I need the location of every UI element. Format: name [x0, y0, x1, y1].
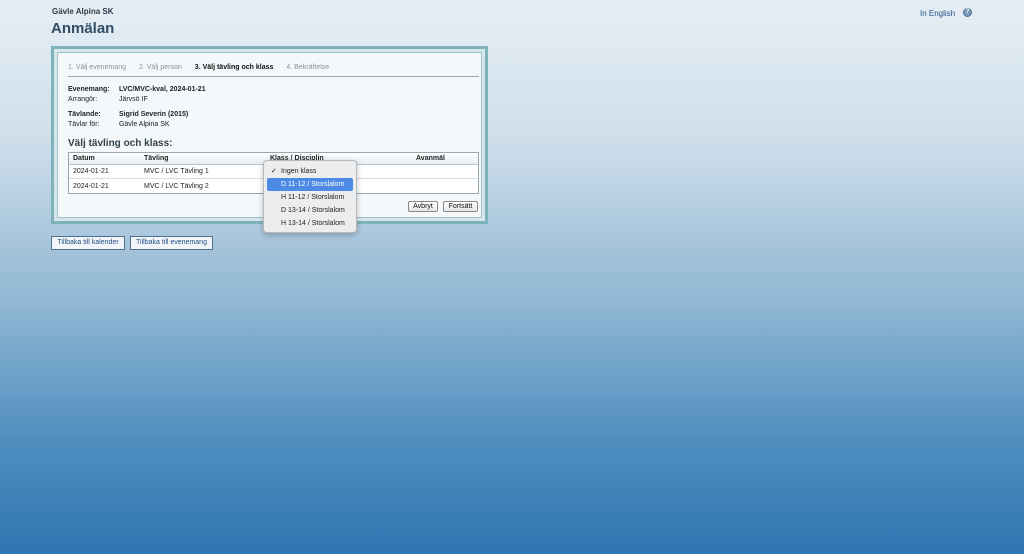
- club-name: Gävle Alpina SK: [52, 7, 114, 16]
- row-date: 2024-01-21: [73, 168, 109, 175]
- col-date: Datum: [73, 155, 95, 162]
- row-date: 2024-01-21: [73, 182, 109, 190]
- col-unregister: Avanmäl: [416, 155, 445, 162]
- class-dropdown-menu: ✓ Ingen klass D 11-12 / Storslalom H 11-…: [263, 160, 357, 233]
- option-label: D 13-14 / Storslalom: [281, 207, 345, 214]
- competes-for-value: Gävle Alpina SK: [118, 121, 170, 128]
- option-label: D 11-12 / Storslalom: [281, 181, 345, 188]
- option-label: H 11-12 / Storslalom: [281, 194, 345, 201]
- competes-for-label: Tävlar för:: [68, 121, 100, 128]
- event-label: Evenemang:: [68, 86, 110, 93]
- option-label: H 13-14 / Storslalom: [281, 220, 345, 227]
- back-to-calendar-button[interactable]: Tillbaka till kalender: [51, 236, 125, 250]
- event-info: Evenemang: LVC/MVC-kval, 2024-01-21: [68, 86, 206, 93]
- dropdown-option-no-class[interactable]: ✓ Ingen klass: [267, 165, 353, 178]
- organizer-label: Arrangör:: [68, 96, 98, 103]
- step-2: 2. Välj person: [138, 64, 182, 71]
- cancel-button[interactable]: Avbryt: [408, 201, 438, 212]
- competitor-value: Sigrid Severin (2015): [118, 111, 189, 118]
- dropdown-option[interactable]: H 13-14 / Storslalom: [267, 217, 353, 230]
- competitor-info: Tävlande: Sigrid Severin (2015): [68, 111, 188, 118]
- step-1: 1. Välj evenemang: [68, 64, 126, 71]
- language-link[interactable]: In English: [920, 9, 955, 18]
- step-3-active: 3. Välj tävling och klass: [194, 64, 274, 71]
- section-title: Välj tävling och klass:: [68, 138, 173, 149]
- row-competition: MVC / LVC Tävling 1: [144, 168, 209, 175]
- organizer-info: Arrangör: Järvsö IF: [68, 96, 148, 103]
- dropdown-option[interactable]: H 11-12 / Storslalom: [267, 191, 353, 204]
- page-title: Anmälan: [51, 20, 115, 37]
- event-value: LVC/MVC-kval, 2024-01-21: [118, 86, 206, 93]
- competitor-label: Tävlande:: [68, 111, 101, 118]
- option-label: Ingen klass: [281, 168, 317, 175]
- back-to-event-button[interactable]: Tillbaka till evenemang: [130, 236, 213, 250]
- organizer-value: Järvsö IF: [118, 96, 148, 103]
- help-icon[interactable]: ?: [963, 8, 972, 17]
- col-competition: Tävling: [144, 155, 169, 162]
- dropdown-option[interactable]: D 13-14 / Storslalom: [267, 204, 353, 217]
- continue-button[interactable]: Fortsätt: [443, 201, 478, 212]
- checkmark-icon: ✓: [271, 168, 277, 175]
- dropdown-option[interactable]: D 11-12 / Storslalom: [267, 178, 353, 191]
- row-competition: MVC / LVC Tävling 2: [144, 182, 209, 190]
- step-breadcrumb: 1. Välj evenemang 2. Välj person 3. Välj…: [68, 64, 479, 77]
- step-4: 4. Bekräftelse: [286, 64, 330, 71]
- competes-for-info: Tävlar för: Gävle Alpina SK: [68, 121, 170, 128]
